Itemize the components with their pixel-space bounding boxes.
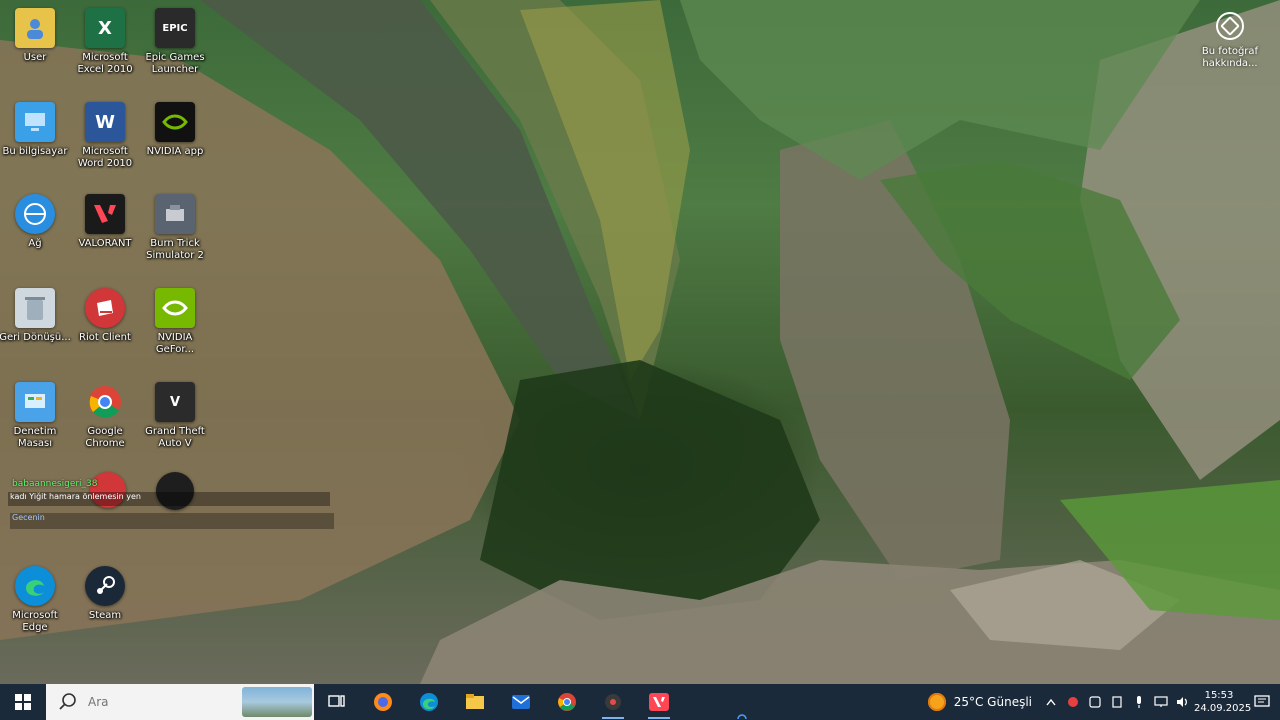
game-icon	[155, 194, 195, 234]
desktop-icon-user[interactable]: User	[0, 4, 70, 88]
weather-text: 25°C Güneşli	[953, 695, 1032, 709]
excel-icon: X	[85, 8, 125, 48]
chat-tag: Gecenin	[10, 513, 334, 529]
desktop-icon-word[interactable]: W Microsoft Word 2010	[70, 98, 140, 182]
notification-center-button[interactable]	[1244, 684, 1280, 720]
desktop-icon-nvidia-geforce[interactable]: NVIDIA GeFor...	[140, 284, 210, 368]
desktop-icon-gta-v[interactable]: V Grand Theft Auto V	[140, 378, 210, 462]
desktop-icon-network[interactable]: Ağ	[0, 190, 70, 274]
globe-icon	[15, 194, 55, 234]
tray-app-icon[interactable]	[1084, 684, 1106, 720]
taskbar-clock[interactable]: 15:53 24.09.2025	[1194, 689, 1252, 715]
browser-icon	[374, 693, 392, 711]
edge-icon	[420, 693, 438, 711]
steam-icon	[85, 566, 125, 606]
photo-info-widget[interactable]: Bu fotoğraf hakkında...	[1196, 12, 1264, 70]
desktop-icon-edge[interactable]: Microsoft Edge	[0, 562, 70, 646]
desktop-icon-steam[interactable]: Steam	[70, 562, 140, 646]
tool-icon	[605, 694, 621, 710]
taskbar-edge[interactable]	[406, 684, 452, 720]
search-input[interactable]	[86, 694, 220, 710]
folder-icon	[466, 694, 484, 709]
taskbar-chrome[interactable]	[544, 684, 590, 720]
computer-icon	[15, 102, 55, 142]
taskbar-valorant[interactable]	[636, 684, 682, 720]
weather-widget[interactable]: 25°C Güneşli	[920, 684, 1040, 720]
riot-fist-icon	[85, 288, 125, 328]
desktop-icon-chrome[interactable]: Google Chrome	[70, 378, 140, 462]
edge-icon	[15, 566, 55, 606]
word-icon: W	[85, 102, 125, 142]
windows-icon	[15, 694, 31, 710]
desktop-icon-valorant[interactable]: VALORANT	[70, 190, 140, 274]
desktop-icon-epic-games[interactable]: EPIC Epic Games Launcher	[140, 4, 210, 88]
taskbar: 25°C Güneşli 15:53 24.09.2025	[0, 684, 1280, 720]
stream-chat-overlay: babaannesigeri_38 kadı Yiğit hamara önle…	[4, 476, 334, 544]
valorant-icon	[85, 194, 125, 234]
taskbar-loading	[682, 684, 802, 720]
volume-icon[interactable]	[1172, 684, 1194, 720]
notification-icon	[1254, 695, 1270, 707]
photo-info-label: Bu fotoğraf hakkında...	[1201, 46, 1259, 69]
camera-icon	[1216, 12, 1244, 40]
taskbar-file-explorer[interactable]	[452, 684, 498, 720]
taskbar-search[interactable]	[46, 684, 314, 720]
desktop-icon-nvidia-app[interactable]: NVIDIA app	[140, 98, 210, 182]
control-panel-icon	[15, 382, 55, 422]
nvidia-icon	[155, 102, 195, 142]
search-highlight-image	[242, 687, 312, 717]
desktop-icon-excel[interactable]: X Microsoft Excel 2010	[70, 4, 140, 88]
task-view-button[interactable]	[314, 684, 360, 720]
chat-message: kadı Yiğit hamara önlemesin yen	[8, 492, 330, 506]
taskbar-browser[interactable]	[360, 684, 406, 720]
sun-icon	[927, 693, 946, 711]
valorant-icon	[649, 693, 669, 711]
taskbar-mail[interactable]	[498, 684, 544, 720]
desktop-icon-this-pc[interactable]: Bu bilgisayar	[0, 98, 70, 182]
geforce-icon	[155, 288, 195, 328]
clock-time: 15:53	[1204, 690, 1234, 701]
desktop-icon-control-panel[interactable]: Denetim Masası	[0, 378, 70, 462]
chrome-icon	[558, 693, 576, 711]
system-tray: 15:53 24.09.2025	[1040, 684, 1280, 720]
tray-chevron-up-icon[interactable]	[1040, 684, 1062, 720]
microphone-icon[interactable]	[1128, 684, 1150, 720]
mail-icon	[512, 695, 530, 709]
epic-games-icon: EPIC	[155, 8, 195, 48]
start-button[interactable]	[0, 684, 46, 720]
desktop-icon-burn-trick[interactable]: Burn Trick Simulator 2	[140, 190, 210, 274]
network-icon[interactable]	[1150, 684, 1172, 720]
desktop-icon-recycle-bin[interactable]: Geri Dönüşü...	[0, 284, 71, 368]
loading-icon	[737, 714, 747, 720]
gta-icon: V	[155, 382, 195, 422]
task-view-icon	[328, 695, 345, 707]
desktop-icon-riot-client[interactable]: Riot Client	[70, 284, 140, 368]
clock-date: 24.09.2025	[1194, 703, 1252, 714]
user-folder-icon	[15, 8, 55, 48]
taskbar-tool[interactable]	[590, 684, 636, 720]
search-icon	[59, 693, 76, 710]
tray-app-red-icon[interactable]	[1062, 684, 1084, 720]
tray-device-icon[interactable]	[1106, 684, 1128, 720]
chrome-icon	[85, 382, 125, 422]
chat-username: babaannesigeri_38	[12, 479, 98, 489]
recycle-bin-icon	[15, 288, 55, 328]
